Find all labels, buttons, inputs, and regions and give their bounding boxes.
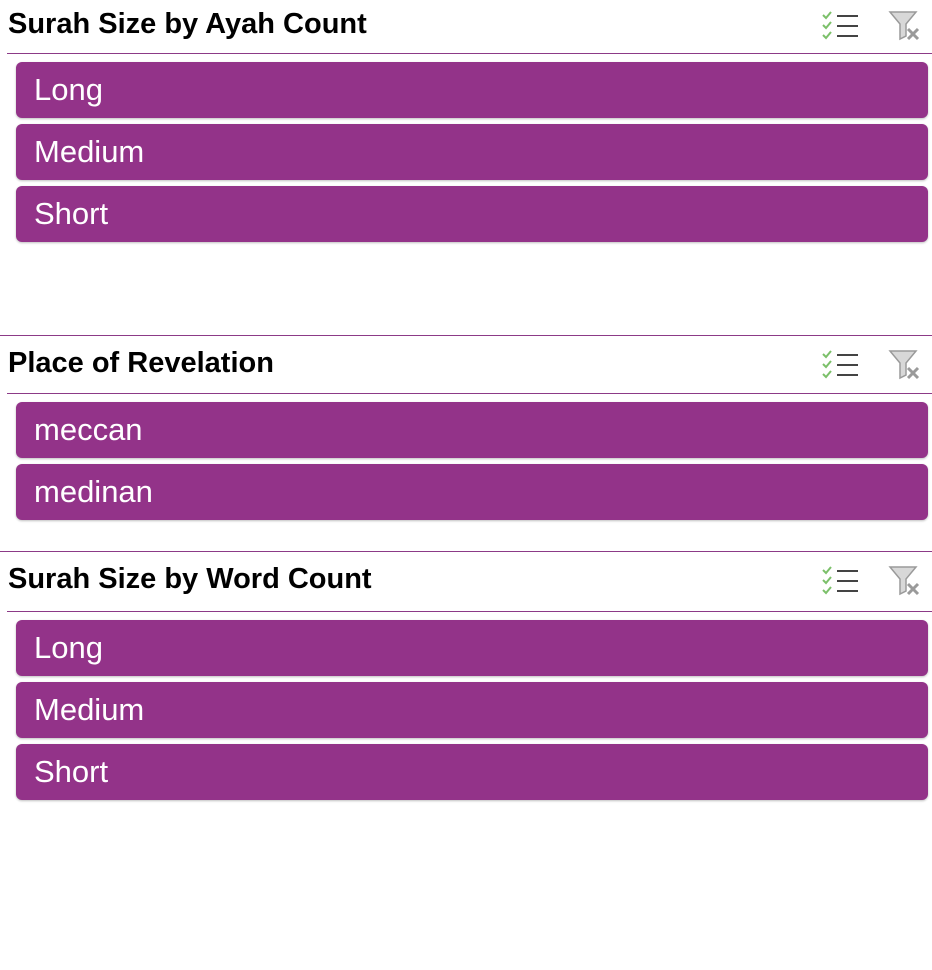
slicer-header: Surah Size by Ayah Count (0, 0, 932, 53)
slicer-title: Surah Size by Word Count (8, 563, 372, 595)
slicer-item[interactable]: Long (16, 62, 928, 118)
slicer-title: Surah Size by Ayah Count (8, 8, 367, 40)
clear-filter-icon[interactable] (884, 8, 924, 42)
slicer-item-label: Short (34, 754, 109, 789)
slicer-border (0, 335, 932, 336)
header-divider (7, 393, 932, 394)
slicer-item[interactable]: Short (16, 186, 928, 242)
slicer-header: Surah Size by Word Count (0, 555, 932, 608)
slicer-item[interactable]: meccan (16, 402, 928, 458)
slicer-surah-size-ayah: Surah Size by Ayah Count Long Medium Sho… (0, 0, 932, 300)
slicer-surah-size-word: Surah Size by Word Count Long Medium Sho… (0, 551, 932, 970)
multi-select-icon[interactable] (820, 8, 860, 42)
slicer-item[interactable]: Medium (16, 124, 928, 180)
header-divider (7, 53, 932, 54)
slicer-item-label: Long (34, 72, 103, 107)
multi-select-icon[interactable] (820, 563, 860, 597)
slicer-item[interactable]: Long (16, 620, 928, 676)
clear-filter-icon[interactable] (884, 347, 924, 381)
slicer-item-label: Short (34, 196, 109, 231)
clear-filter-icon[interactable] (884, 563, 924, 597)
slicer-item-label: medinan (34, 474, 153, 509)
slicer-item[interactable]: Short (16, 744, 928, 800)
slicer-item[interactable]: medinan (16, 464, 928, 520)
slicer-item-label: Medium (34, 692, 145, 727)
slicer-item-label: meccan (34, 412, 143, 447)
slicer-item-label: Long (34, 630, 103, 665)
slicer-title: Place of Revelation (8, 347, 274, 379)
slicer-place-of-revelation: Place of Revelation meccan medinan (0, 335, 932, 535)
slicer-border (0, 551, 932, 552)
slicer-header: Place of Revelation (0, 339, 932, 392)
multi-select-icon[interactable] (820, 347, 860, 381)
slicer-item[interactable]: Medium (16, 682, 928, 738)
slicer-item-label: Medium (34, 134, 145, 169)
header-divider (7, 611, 932, 612)
